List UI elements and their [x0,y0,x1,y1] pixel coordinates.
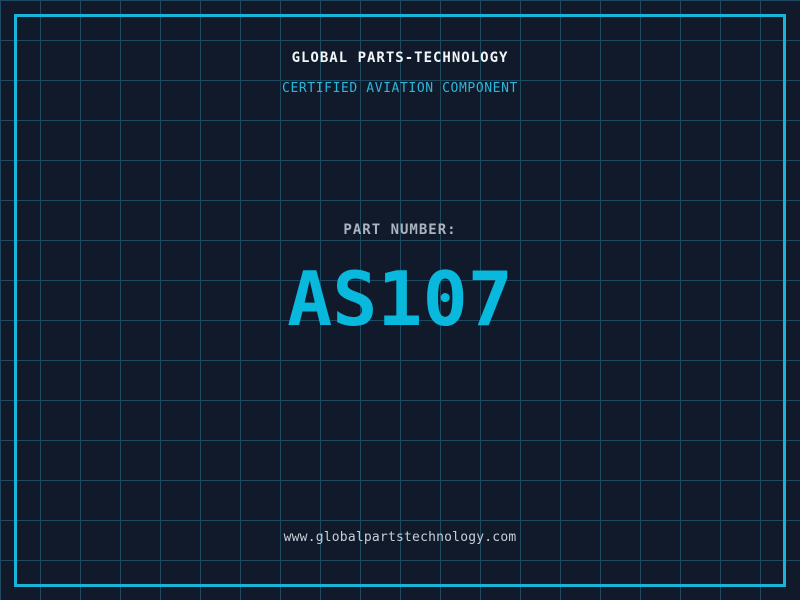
blueprint-card: GLOBAL PARTS-TECHNOLOGY CERTIFIED AVIATI… [0,0,800,600]
part-number-label: PART NUMBER: [343,222,457,238]
certification-subtitle: CERTIFIED AVIATION COMPONENT [282,81,518,96]
part-number-value: AS107 [287,255,513,343]
website-url: www.globalpartstechnology.com [283,530,517,545]
company-title: GLOBAL PARTS-TECHNOLOGY [291,50,509,66]
